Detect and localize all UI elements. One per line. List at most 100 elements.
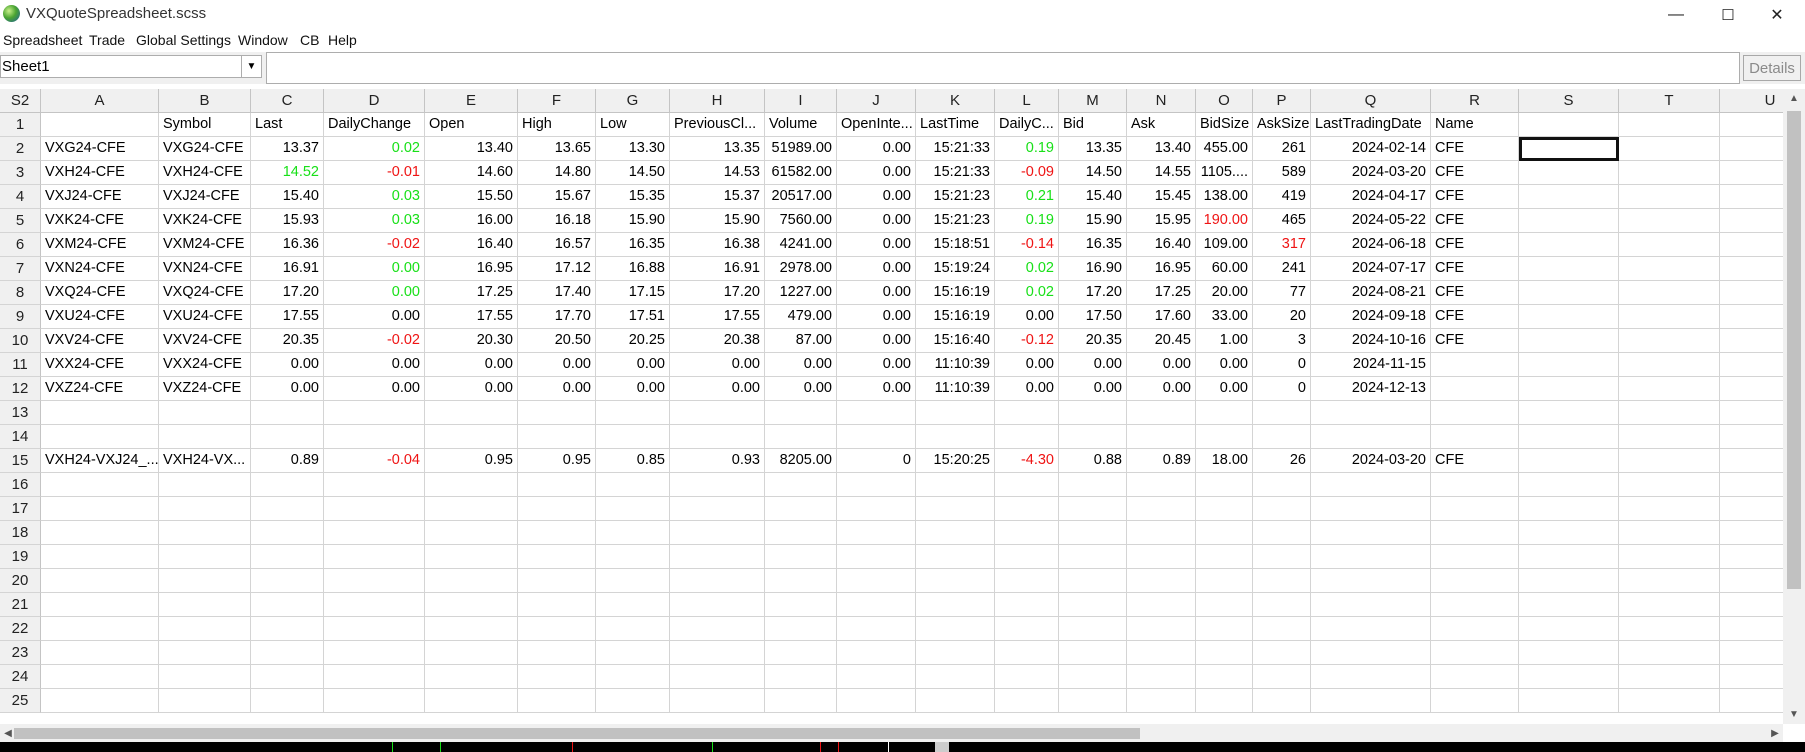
cell-j24[interactable]	[837, 665, 916, 689]
cell-d4[interactable]: 0.03	[324, 185, 425, 209]
cell-b4[interactable]: VXJ24-CFE	[159, 185, 251, 209]
cell-k12[interactable]: 11:10:39	[916, 377, 995, 401]
cell-d13[interactable]	[324, 401, 425, 425]
cell-u17[interactable]	[1720, 497, 1783, 521]
cell-b6[interactable]: VXM24-CFE	[159, 233, 251, 257]
cell-j23[interactable]	[837, 641, 916, 665]
cell-j14[interactable]	[837, 425, 916, 449]
cell-h17[interactable]	[670, 497, 765, 521]
cell-o6[interactable]: 109.00	[1196, 233, 1253, 257]
cell-k10[interactable]: 15:16:40	[916, 329, 995, 353]
cell-o23[interactable]	[1196, 641, 1253, 665]
cell-b5[interactable]: VXK24-CFE	[159, 209, 251, 233]
column-header-t[interactable]: T	[1619, 89, 1720, 113]
cell-e15[interactable]: 0.95	[425, 449, 518, 473]
cell-m1[interactable]: Bid	[1059, 113, 1127, 137]
cell-b17[interactable]	[159, 497, 251, 521]
column-header-e[interactable]: E	[425, 89, 518, 113]
column-header-g[interactable]: G	[596, 89, 670, 113]
cell-m25[interactable]	[1059, 689, 1127, 713]
cell-o14[interactable]	[1196, 425, 1253, 449]
cell-j16[interactable]	[837, 473, 916, 497]
cell-k9[interactable]: 15:16:19	[916, 305, 995, 329]
cell-m15[interactable]: 0.88	[1059, 449, 1127, 473]
row-header[interactable]: 14	[0, 425, 41, 449]
cell-t9[interactable]	[1619, 305, 1720, 329]
column-header-r[interactable]: R	[1431, 89, 1519, 113]
cell-t23[interactable]	[1619, 641, 1720, 665]
cell-h7[interactable]: 16.91	[670, 257, 765, 281]
cell-l11[interactable]: 0.00	[995, 353, 1059, 377]
column-header-i[interactable]: I	[765, 89, 837, 113]
cell-f3[interactable]: 14.80	[518, 161, 596, 185]
cell-s12[interactable]	[1519, 377, 1619, 401]
cell-k25[interactable]	[916, 689, 995, 713]
cell-h25[interactable]	[670, 689, 765, 713]
cell-r12[interactable]	[1431, 377, 1519, 401]
cell-i23[interactable]	[765, 641, 837, 665]
cell-i5[interactable]: 7560.00	[765, 209, 837, 233]
cell-a15[interactable]: VXH24-VXJ24_...	[41, 449, 159, 473]
cell-b10[interactable]: VXV24-CFE	[159, 329, 251, 353]
cell-s14[interactable]	[1519, 425, 1619, 449]
cell-r20[interactable]	[1431, 569, 1519, 593]
cell-n5[interactable]: 15.95	[1127, 209, 1196, 233]
cell-q23[interactable]	[1311, 641, 1431, 665]
cell-o8[interactable]: 20.00	[1196, 281, 1253, 305]
column-header-f[interactable]: F	[518, 89, 596, 113]
cell-s11[interactable]	[1519, 353, 1619, 377]
cell-d5[interactable]: 0.03	[324, 209, 425, 233]
cell-f8[interactable]: 17.40	[518, 281, 596, 305]
cell-l22[interactable]	[995, 617, 1059, 641]
cell-n18[interactable]	[1127, 521, 1196, 545]
cell-o13[interactable]	[1196, 401, 1253, 425]
row-header[interactable]: 8	[0, 281, 41, 305]
cell-d7[interactable]: 0.00	[324, 257, 425, 281]
cell-g5[interactable]: 15.90	[596, 209, 670, 233]
cell-h11[interactable]: 0.00	[670, 353, 765, 377]
cell-r10[interactable]: CFE	[1431, 329, 1519, 353]
cell-m9[interactable]: 17.50	[1059, 305, 1127, 329]
cell-b14[interactable]	[159, 425, 251, 449]
cell-a1[interactable]	[41, 113, 159, 137]
cell-reference-corner[interactable]: S2	[0, 89, 41, 113]
cell-t5[interactable]	[1619, 209, 1720, 233]
cell-s10[interactable]	[1519, 329, 1619, 353]
cell-b12[interactable]: VXZ24-CFE	[159, 377, 251, 401]
cell-l5[interactable]: 0.19	[995, 209, 1059, 233]
cell-t1[interactable]	[1619, 113, 1720, 137]
cell-g23[interactable]	[596, 641, 670, 665]
cell-f16[interactable]	[518, 473, 596, 497]
cell-b16[interactable]	[159, 473, 251, 497]
menu-window[interactable]: Window	[238, 32, 288, 48]
row-header[interactable]: 7	[0, 257, 41, 281]
cell-c8[interactable]: 17.20	[251, 281, 324, 305]
cell-i8[interactable]: 1227.00	[765, 281, 837, 305]
cell-i1[interactable]: Volume	[765, 113, 837, 137]
cell-c12[interactable]: 0.00	[251, 377, 324, 401]
cell-t6[interactable]	[1619, 233, 1720, 257]
cell-o5[interactable]: 190.00	[1196, 209, 1253, 233]
cell-m2[interactable]: 13.35	[1059, 137, 1127, 161]
cell-d20[interactable]	[324, 569, 425, 593]
maximize-button[interactable]: ☐	[1705, 0, 1751, 29]
cell-l18[interactable]	[995, 521, 1059, 545]
menu-trade[interactable]: Trade	[89, 32, 125, 48]
column-header-d[interactable]: D	[324, 89, 425, 113]
cell-p19[interactable]	[1253, 545, 1311, 569]
cell-o16[interactable]	[1196, 473, 1253, 497]
cell-q22[interactable]	[1311, 617, 1431, 641]
cell-n21[interactable]	[1127, 593, 1196, 617]
cell-q11[interactable]: 2024-11-15	[1311, 353, 1431, 377]
cell-m17[interactable]	[1059, 497, 1127, 521]
cell-t25[interactable]	[1619, 689, 1720, 713]
cell-d3[interactable]: -0.01	[324, 161, 425, 185]
cell-n8[interactable]: 17.25	[1127, 281, 1196, 305]
cell-k6[interactable]: 15:18:51	[916, 233, 995, 257]
cell-n3[interactable]: 14.55	[1127, 161, 1196, 185]
cell-q13[interactable]	[1311, 401, 1431, 425]
cell-i13[interactable]	[765, 401, 837, 425]
cell-c21[interactable]	[251, 593, 324, 617]
cell-f1[interactable]: High	[518, 113, 596, 137]
cell-j8[interactable]: 0.00	[837, 281, 916, 305]
